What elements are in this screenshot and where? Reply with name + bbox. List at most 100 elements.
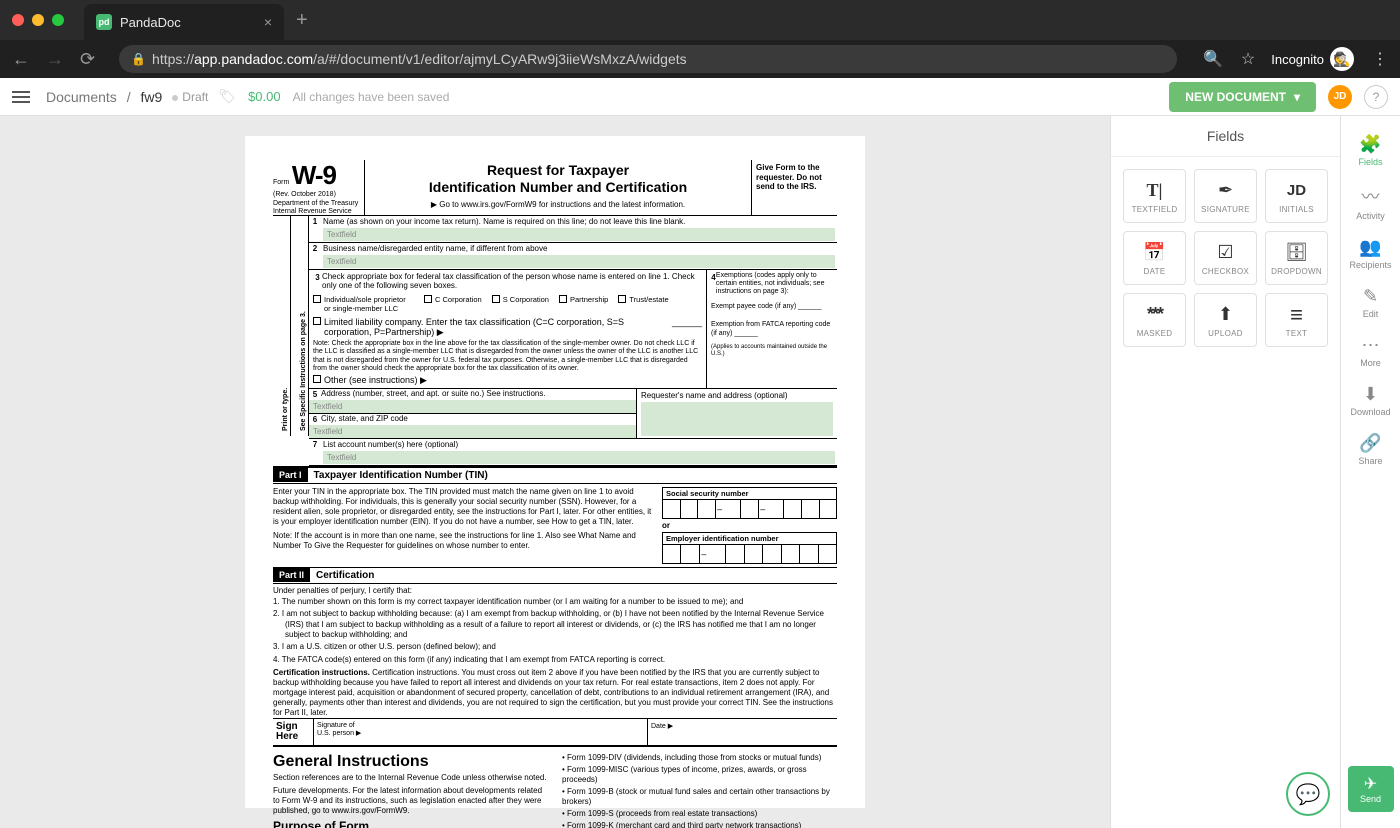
- signature-label: Signature of U.S. person ▶: [313, 719, 647, 745]
- line5-textfield[interactable]: Textfield: [309, 400, 636, 413]
- document-canvas[interactable]: Form W-9 (Rev. October 2018) Department …: [0, 116, 1110, 828]
- form-label: Form: [273, 179, 289, 186]
- menu-button[interactable]: [12, 91, 30, 103]
- draft-status: Draft: [172, 90, 208, 104]
- part2-title: Certification: [310, 568, 380, 583]
- chevron-down-icon: ▾: [1294, 90, 1300, 104]
- new-document-button[interactable]: NEW DOCUMENT ▾: [1169, 82, 1316, 112]
- form-give-to: Give Form to the requester. Do not send …: [751, 160, 837, 215]
- gen-inst-heading: General Instructions: [273, 753, 548, 771]
- gi-future: Future developments. For the latest info…: [273, 786, 548, 816]
- cb-partnership[interactable]: Partnership: [559, 295, 608, 313]
- line6-label: City, state, and ZIP code: [321, 414, 408, 424]
- date-icon: 📅: [1143, 241, 1165, 265]
- sidebar-item-share[interactable]: 🔗Share: [1341, 425, 1400, 474]
- line7-textfield[interactable]: Textfield: [323, 451, 835, 464]
- tag-icon[interactable]: 🏷: [218, 88, 236, 105]
- share-icon: 🔗: [1359, 433, 1381, 454]
- requester-textfield[interactable]: [641, 402, 833, 436]
- field-date[interactable]: 📅DATE: [1123, 231, 1186, 285]
- or-label: or: [662, 521, 837, 530]
- fatca-applies: (Applies to accounts maintained outside …: [711, 344, 833, 358]
- masked-icon: ***: [1147, 303, 1162, 327]
- part1-note: Note: If the account is in more than one…: [273, 531, 654, 551]
- incognito-indicator: Incognito 🕵: [1271, 47, 1354, 71]
- text-icon: ≡: [1290, 303, 1303, 327]
- search-icon[interactable]: 🔍: [1203, 49, 1223, 69]
- menu-icon[interactable]: ⋮: [1372, 49, 1388, 69]
- ssn-input[interactable]: ––: [662, 499, 837, 519]
- cb-other[interactable]: Other (see instructions) ▶: [313, 375, 702, 386]
- fields-panel: Fields T|TEXTFIELD ✒SIGNATURE JDINITIALS…: [1110, 116, 1340, 828]
- breadcrumb: Documents / fw9: [46, 89, 162, 105]
- cert-instructions: Certification instructions. Certificatio…: [273, 668, 837, 718]
- help-button[interactable]: ?: [1364, 85, 1388, 109]
- close-window-button[interactable]: [12, 14, 24, 26]
- address-bar: ← → ⟳ 🔒 https://app.pandadoc.com/a/#/doc…: [0, 40, 1400, 78]
- field-text[interactable]: ≡TEXT: [1265, 293, 1328, 347]
- ein-input[interactable]: –: [662, 544, 837, 564]
- send-button[interactable]: ✈Send: [1348, 766, 1394, 812]
- back-button[interactable]: ←: [12, 49, 30, 70]
- cb-individual[interactable]: Individual/sole proprietor or single-mem…: [313, 295, 414, 313]
- right-sidebar: 🧩Fields 〰Activity 👥Recipients ✎Edit ⋯Mor…: [1340, 116, 1400, 828]
- form-title: Request for Taxpayer Identification Numb…: [369, 162, 747, 196]
- chat-button[interactable]: 💬: [1286, 772, 1330, 816]
- breadcrumb-root[interactable]: Documents: [46, 89, 117, 105]
- close-tab-button[interactable]: ×: [264, 14, 272, 30]
- part1-title: Taxpayer Identification Number (TIN): [308, 468, 494, 483]
- new-tab-button[interactable]: +: [296, 9, 308, 32]
- send-icon: ✈: [1364, 774, 1377, 794]
- edit-icon: ✎: [1363, 286, 1378, 307]
- line4-label: Exemptions (codes apply only to certain …: [716, 272, 833, 297]
- cb-scorp[interactable]: S Corporation: [492, 295, 549, 313]
- star-icon[interactable]: ☆: [1241, 49, 1255, 69]
- url-input[interactable]: 🔒 https://app.pandadoc.com/a/#/document/…: [119, 45, 1177, 73]
- url-text: https://app.pandadoc.com/a/#/document/v1…: [152, 51, 687, 67]
- penalties-text: Under penalties of perjury, I certify th…: [273, 586, 837, 595]
- sidebar-item-fields[interactable]: 🧩Fields: [1341, 126, 1400, 175]
- field-masked[interactable]: ***MASKED: [1123, 293, 1186, 347]
- gi-sec-ref: Section references are to the Internal R…: [273, 773, 548, 783]
- line2-textfield[interactable]: Textfield: [323, 255, 835, 268]
- sidebar-item-recipients[interactable]: 👥Recipients: [1341, 229, 1400, 278]
- sidebar-item-more[interactable]: ⋯More: [1341, 327, 1400, 376]
- sidebar-item-download[interactable]: ⬇Download: [1341, 376, 1400, 425]
- field-textfield[interactable]: T|TEXTFIELD: [1123, 169, 1186, 223]
- lock-icon: 🔒: [131, 52, 146, 66]
- panel-title: Fields: [1111, 116, 1340, 157]
- cb-ccorp[interactable]: C Corporation: [424, 295, 482, 313]
- reload-button[interactable]: ⟳: [80, 49, 95, 70]
- minimize-window-button[interactable]: [32, 14, 44, 26]
- sidebar-item-activity[interactable]: 〰Activity: [1341, 175, 1400, 229]
- fatca-label: Exemption from FATCA reporting code (if …: [711, 321, 833, 338]
- activity-icon: 〰: [1362, 183, 1380, 209]
- ein-label: Employer identification number: [662, 532, 837, 544]
- people-icon: 👥: [1359, 237, 1381, 258]
- part1-text: Enter your TIN in the appropriate box. T…: [273, 487, 654, 527]
- cert-list: 1. The number shown on this form is my c…: [273, 597, 837, 665]
- signature-icon: ✒: [1218, 179, 1233, 203]
- field-dropdown[interactable]: 🗄DROPDOWN: [1265, 231, 1328, 285]
- textfield-icon: T|: [1147, 179, 1163, 203]
- field-checkbox[interactable]: ☑CHECKBOX: [1194, 231, 1257, 285]
- field-signature[interactable]: ✒SIGNATURE: [1194, 169, 1257, 223]
- checkbox-icon: ☑: [1217, 241, 1233, 265]
- price-label: $0.00: [248, 89, 281, 104]
- form-revision: (Rev. October 2018): [273, 191, 360, 198]
- sidebar-item-edit[interactable]: ✎Edit: [1341, 278, 1400, 327]
- forward-button[interactable]: →: [46, 49, 64, 70]
- save-status: All changes have been saved: [293, 90, 450, 104]
- part1-header: Part I: [273, 468, 308, 482]
- cb-trust[interactable]: Trust/estate: [618, 295, 668, 313]
- browser-tab[interactable]: pd PandaDoc ×: [84, 4, 284, 40]
- field-initials[interactable]: JDINITIALS: [1265, 169, 1328, 223]
- app-header: Documents / fw9 Draft 🏷 $0.00 All change…: [0, 78, 1400, 116]
- line6-textfield[interactable]: Textfield: [309, 425, 636, 438]
- maximize-window-button[interactable]: [52, 14, 64, 26]
- cb-llc[interactable]: Limited liability company. Enter the tax…: [313, 317, 702, 338]
- form-department: Department of the Treasury Internal Reve…: [273, 200, 360, 215]
- line1-textfield[interactable]: Textfield: [323, 228, 835, 241]
- field-upload[interactable]: ⬆UPLOAD: [1194, 293, 1257, 347]
- avatar[interactable]: JD: [1328, 85, 1352, 109]
